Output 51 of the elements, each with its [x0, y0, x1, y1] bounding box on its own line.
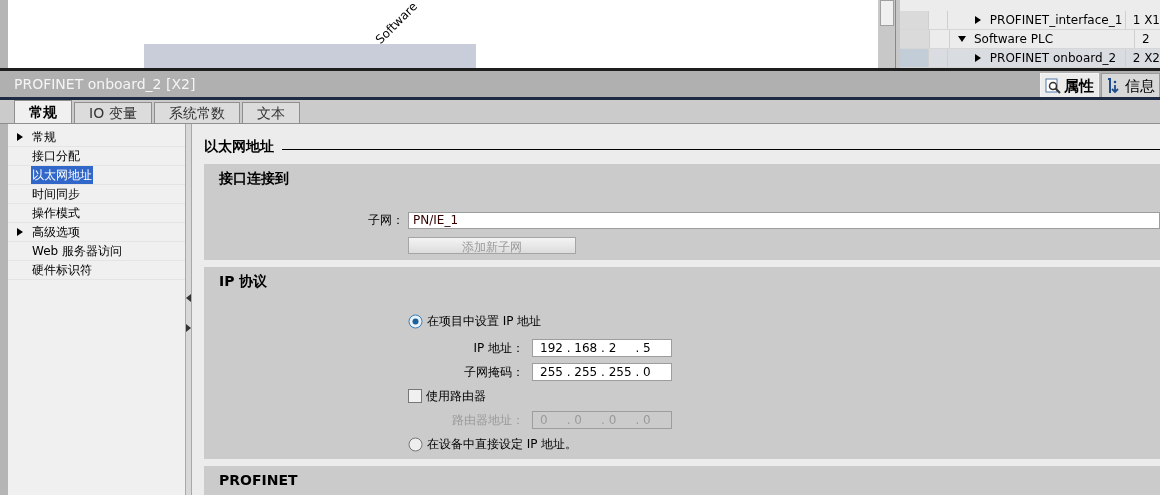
expand-arrow-icon[interactable]: [186, 324, 191, 332]
slot-number: 1 X1: [1131, 12, 1160, 29]
ip-field[interactable]: 192 . 168 . 2 . 5: [532, 339, 672, 357]
scrollbar-thumb[interactable]: [879, 0, 894, 26]
section-title: PROFINET: [219, 472, 298, 488]
collapsed-triangle-icon[interactable]: [973, 54, 982, 62]
device-name: PROFINET onboard_2: [989, 50, 1117, 67]
nav-item[interactable]: 以太网地址: [31, 166, 93, 184]
collapsed-triangle-icon[interactable]: [973, 16, 982, 24]
section-title: IP 协议: [219, 273, 268, 289]
collapsed-triangle-icon[interactable]: [16, 133, 24, 141]
collapsed-triangle-icon[interactable]: [16, 228, 24, 236]
table-row[interactable]: PROFINET_interface_1 1 X1: [900, 11, 1160, 30]
nav-item[interactable]: 硬件标识符: [31, 261, 93, 279]
nav-item[interactable]: Web 服务器访问: [31, 242, 123, 260]
nav-item[interactable]: 常规: [31, 128, 57, 146]
radio-label: 在项目中设置 IP 地址: [427, 313, 542, 330]
tab[interactable]: 常规: [14, 100, 72, 123]
tab[interactable]: 文本: [241, 102, 300, 123]
radio-button[interactable]: [408, 313, 423, 329]
device-name: PROFINET_interface_1: [989, 12, 1123, 29]
nav-item[interactable]: 操作模式: [31, 204, 81, 222]
collapse-arrow-icon[interactable]: [186, 294, 191, 302]
slot-number: 2 X2: [1131, 50, 1160, 67]
field-label: 子网：: [367, 212, 405, 229]
view-tab[interactable]: 属性: [1040, 73, 1099, 97]
nav-item[interactable]: 高级选项: [31, 223, 81, 241]
subnet-field[interactable]: PN/IE_1: [408, 211, 1160, 229]
info-icon: [1106, 77, 1122, 94]
slot-number: 2: [1141, 31, 1150, 48]
inspector-title: PROFINET onboard_2 [X2]: [14, 74, 196, 94]
table-row[interactable]: Software PLC 2: [900, 30, 1160, 49]
checkbox[interactable]: [408, 389, 422, 403]
section-heading: 以太网地址: [204, 137, 274, 156]
radio-label: 在设备中直接设定 IP 地址。: [427, 436, 578, 453]
nav-item[interactable]: 时间同步: [31, 185, 81, 203]
checkbox-label: 使用路由器: [426, 388, 486, 405]
nav-item[interactable]: 接口分配: [31, 147, 81, 165]
window-edge: [0, 0, 8, 68]
radio-button[interactable]: [408, 436, 423, 452]
field-label: 子网掩码：: [463, 364, 524, 381]
table-row[interactable]: PROFINET onboard_2 2 X2: [900, 49, 1160, 68]
field-label: IP 地址：: [472, 340, 524, 357]
section-title: 接口连接到: [219, 170, 289, 186]
expanded-triangle-icon[interactable]: [958, 35, 966, 43]
magnifier-icon: [1045, 77, 1061, 94]
view-tab[interactable]: 信息: [1101, 73, 1160, 97]
tab[interactable]: 系统常数: [153, 102, 240, 123]
tab[interactable]: IO 变量: [74, 102, 152, 123]
device-name: Software PLC: [974, 31, 1053, 48]
ip-field[interactable]: 255 . 255 . 255 . 0: [532, 363, 672, 381]
